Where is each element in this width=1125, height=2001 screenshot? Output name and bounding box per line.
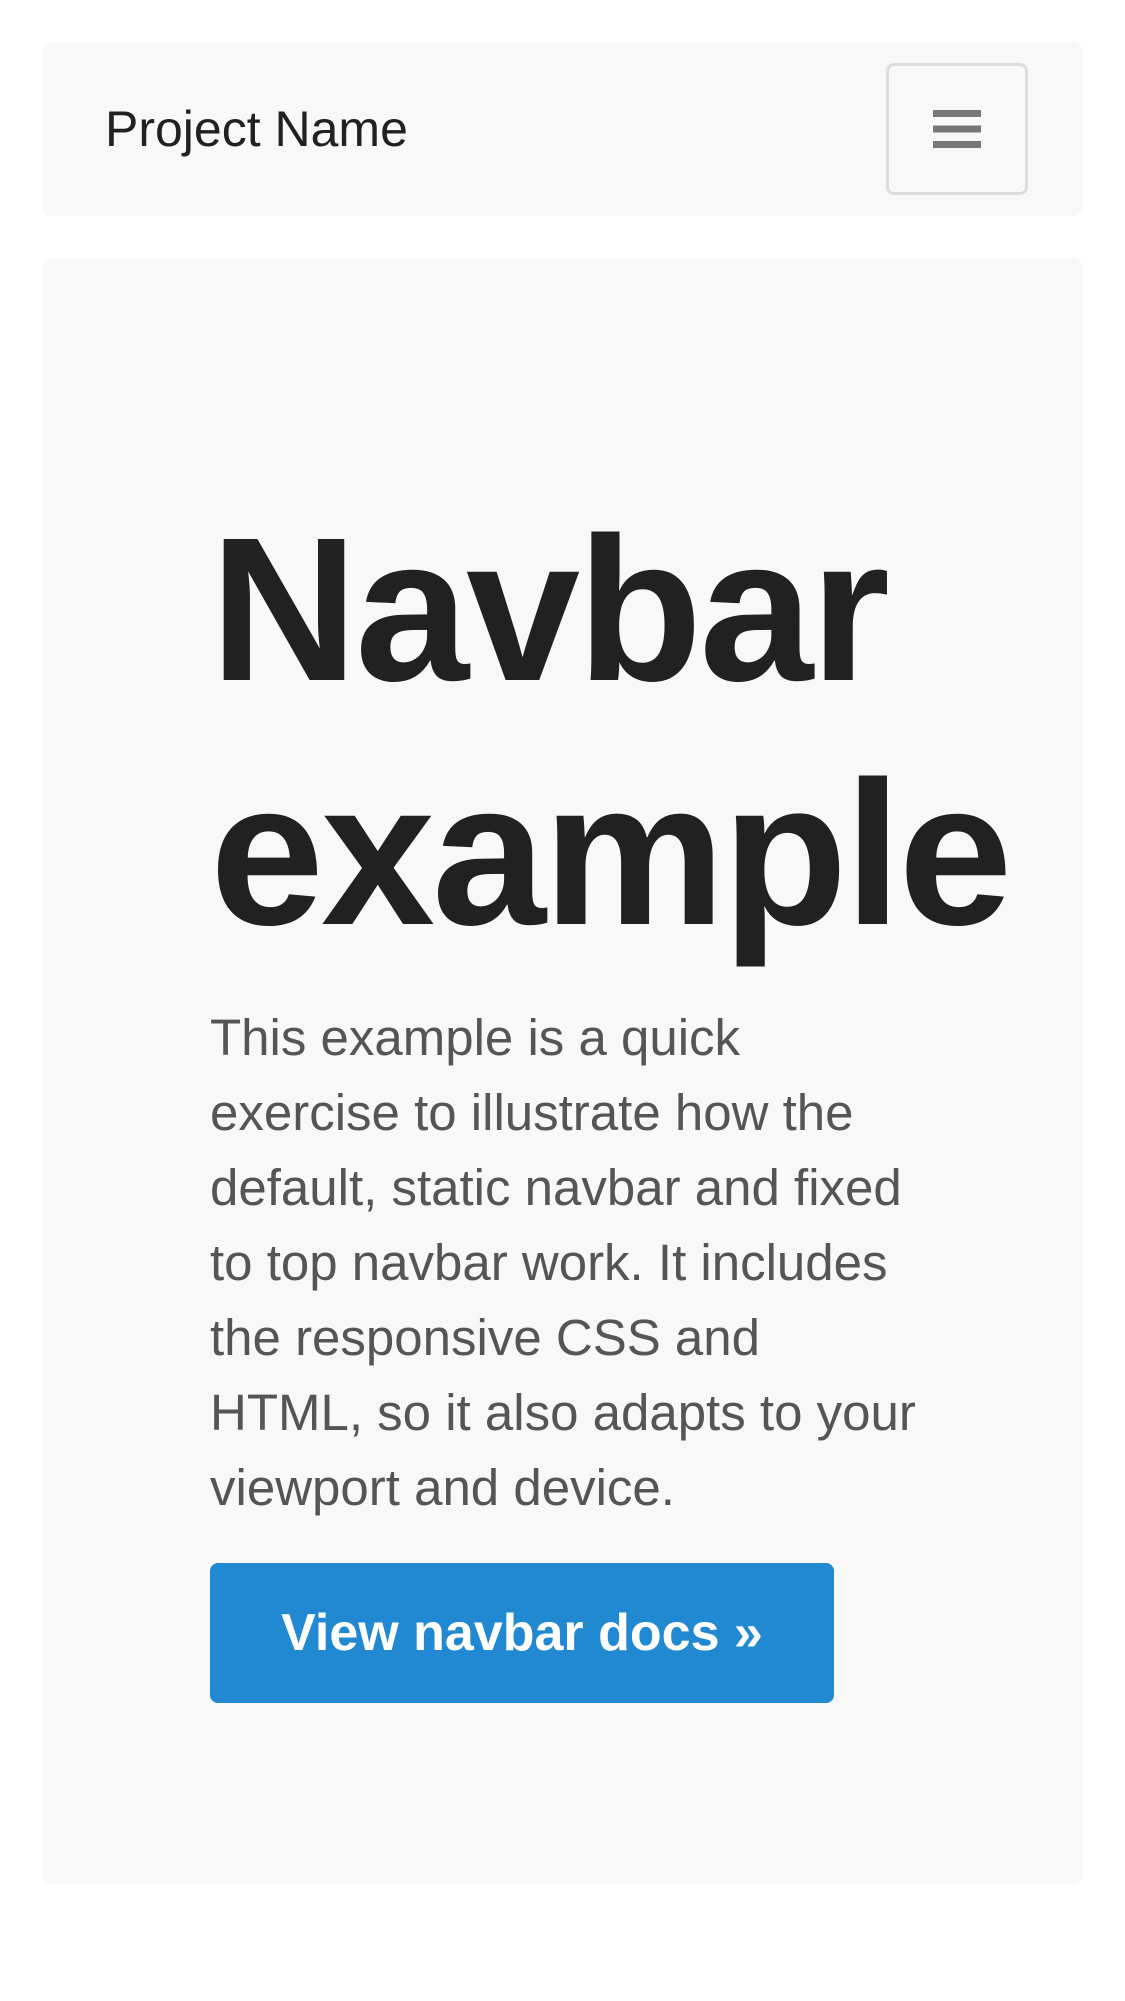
view-navbar-docs-button[interactable]: View navbar docs » [210, 1563, 834, 1703]
hamburger-menu-icon [933, 110, 981, 148]
jumbotron-description: This example is a quick exercise to illu… [210, 1009, 916, 1516]
navbar-toggle-button[interactable] [886, 63, 1028, 195]
page-title: Navbar example [210, 495, 1013, 968]
navbar: Project Name [42, 42, 1083, 216]
navbar-brand[interactable]: Project Name [105, 42, 408, 216]
jumbotron-content: Navbar example This example is a quick e… [210, 488, 1013, 1703]
jumbotron: Navbar example This example is a quick e… [42, 258, 1083, 1884]
